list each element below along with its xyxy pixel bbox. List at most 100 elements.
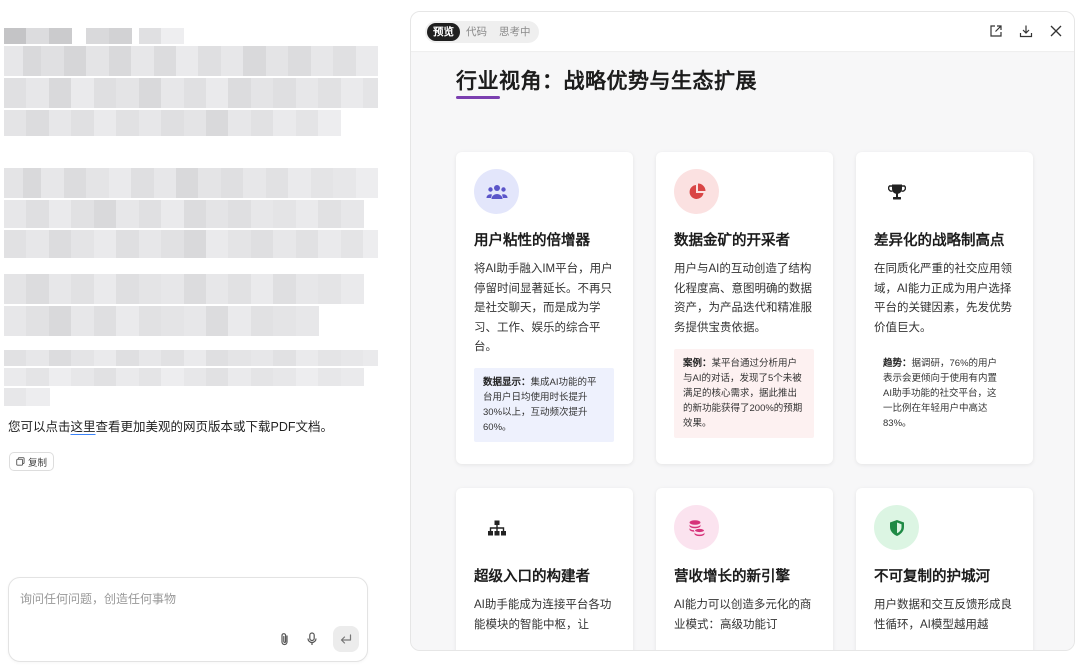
pixel-cell — [63, 46, 88, 76]
tab-thinking[interactable]: 思考中 — [493, 23, 537, 41]
pixel-cell — [26, 230, 50, 258]
tab-preview[interactable]: 预览 — [427, 23, 460, 41]
pixel-cell — [183, 78, 207, 108]
pixel-cell — [295, 368, 319, 386]
pixel-cell — [295, 306, 319, 336]
pixelated-redacted-message — [4, 28, 378, 408]
pixel-cell — [161, 274, 185, 304]
pixel-cell — [176, 168, 200, 198]
pixel-cell — [250, 350, 275, 366]
pixel-cell — [71, 230, 95, 258]
preview-content: 行业视角：战略优势与生态扩展 用户粘性的倍增器 将AI助手融入IM平台，用户停留… — [411, 53, 1074, 650]
pixel-cell — [228, 200, 252, 228]
pixel-cell — [318, 200, 342, 228]
pixel-cell — [205, 306, 230, 336]
pixel-cell — [363, 78, 378, 108]
pixel-cell — [108, 46, 132, 76]
pixel-cell — [48, 78, 73, 108]
pixel-cell — [161, 368, 185, 386]
close-icon[interactable] — [1046, 21, 1066, 41]
pixel-cell — [205, 368, 230, 386]
pixel-cell — [310, 168, 334, 198]
pixel-cell — [48, 274, 73, 304]
pixel-cell — [116, 78, 140, 108]
microphone-icon[interactable] — [302, 629, 322, 649]
title-underline — [456, 96, 500, 99]
note-label: 数据显示： — [483, 377, 531, 388]
pixel-cell — [333, 46, 357, 76]
preview-toolbar: 预览 代码 思考中 — [411, 12, 1074, 52]
pixel-cell — [26, 274, 50, 304]
pixel-cell — [48, 28, 73, 44]
page-title: 行业视角：战略优势与生态扩展 — [456, 70, 757, 93]
pixel-cell — [48, 200, 73, 228]
pixel-cell — [4, 274, 28, 304]
pixel-cell — [250, 274, 275, 304]
pixel-cell — [71, 110, 95, 136]
pixel-cell — [333, 168, 357, 198]
pixel-cell — [138, 200, 162, 228]
pixel-cell — [161, 28, 185, 44]
pixel-cell — [288, 46, 312, 76]
pixel-cell — [355, 168, 378, 198]
pixel-cell — [228, 306, 252, 336]
card-super-entrance: 超级入口的构建者 AI助手能成为连接平台各功能模块的智能中枢，让 — [456, 488, 633, 650]
card-note: 案例：某平台通过分析用户与AI的对话，发现了5个未被满足的核心需求，据此推出的新… — [674, 349, 814, 438]
pixel-cell — [26, 200, 50, 228]
tab-code[interactable]: 代码 — [460, 23, 493, 41]
download-icon[interactable] — [1016, 21, 1036, 41]
pixel-cell — [71, 306, 95, 336]
send-button[interactable] — [333, 626, 359, 652]
pixel-cell — [273, 78, 297, 108]
pixel-cell — [273, 200, 297, 228]
pixel-cell — [48, 306, 73, 336]
card-user-stickiness: 用户粘性的倍增器 将AI助手融入IM平台，用户停留时间显著延长。不再只是社交聊天… — [456, 152, 633, 464]
pixel-cell — [228, 274, 252, 304]
pixel-cell — [138, 368, 162, 386]
pixel-cell — [138, 350, 162, 366]
pixel-cell — [48, 110, 73, 136]
pixel-cell — [250, 200, 275, 228]
pixel-cell — [116, 368, 140, 386]
copy-icon — [16, 457, 25, 466]
pixel-cell — [4, 230, 28, 258]
copy-button[interactable]: 复制 — [9, 452, 55, 471]
pixel-cell — [265, 168, 289, 198]
pixel-cell — [4, 200, 28, 228]
chat-input-placeholder[interactable]: 询问任何问题，创造任何事物 — [20, 590, 176, 607]
card-description: 用户与AI的互动创造了结构化程度高、意图明确的数据资产，为产品迭代和精准服务提供… — [674, 263, 812, 334]
pixel-cell — [63, 168, 88, 198]
pixel-cell — [318, 350, 342, 366]
here-link[interactable]: 这里 — [71, 420, 96, 434]
pixel-cell — [183, 274, 207, 304]
card-title: 数据金矿的开采者 — [674, 233, 790, 249]
pixel-cell — [273, 368, 297, 386]
pixel-cell — [273, 306, 297, 336]
pixel-cell — [340, 200, 364, 228]
pixel-cell — [4, 110, 28, 136]
pixel-cell — [108, 168, 132, 198]
pixel-cell — [295, 78, 319, 108]
sitemap-icon — [474, 505, 519, 550]
pixel-cell — [138, 78, 162, 108]
chat-input-box[interactable]: 询问任何问题，创造任何事物 — [8, 577, 368, 662]
pixel-cell — [355, 46, 378, 76]
pixel-cell — [4, 388, 28, 406]
card-title: 差异化的战略制高点 — [874, 233, 1005, 249]
pixel-cell — [273, 350, 297, 366]
pixel-cell — [228, 110, 252, 136]
paperclip-icon[interactable] — [275, 629, 295, 649]
pixel-cell — [205, 110, 230, 136]
pixel-cell — [138, 306, 162, 336]
open-external-icon[interactable] — [986, 21, 1006, 41]
pixel-cell — [363, 230, 378, 258]
card-moat: 不可复制的护城河 用户数据和交互反馈形成良性循环，AI模型越用越 — [856, 488, 1033, 650]
pixel-cell — [288, 168, 312, 198]
card-title: 营收增长的新引擎 — [674, 569, 790, 585]
card-description: 将AI助手融入IM平台，用户停留时间显著延长。不再只是社交聊天，而是成为学习、工… — [474, 263, 613, 353]
pixel-cell — [340, 78, 364, 108]
pixel-cell — [71, 274, 95, 304]
pixel-cell — [116, 274, 140, 304]
pixel-cell — [310, 46, 334, 76]
pixel-cell — [318, 274, 342, 304]
